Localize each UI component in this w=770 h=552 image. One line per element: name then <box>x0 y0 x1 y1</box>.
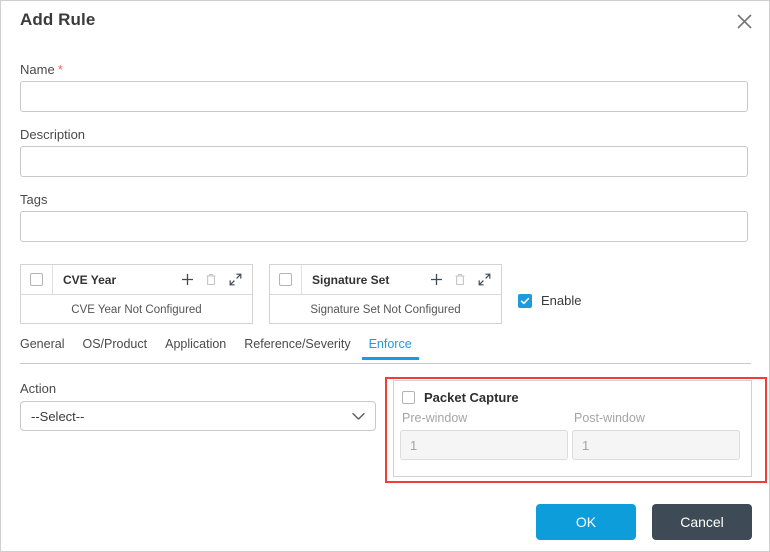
tab-reference-severity[interactable]: Reference/Severity <box>235 337 359 359</box>
action-select-box[interactable]: --Select-- <box>20 401 376 431</box>
cve-year-title: CVE Year <box>63 272 117 287</box>
plus-icon[interactable] <box>180 273 194 287</box>
name-input[interactable] <box>20 81 748 112</box>
tab-general[interactable]: General <box>20 337 73 359</box>
expand-icon[interactable] <box>228 273 242 287</box>
trash-icon[interactable] <box>453 273 467 287</box>
tab-enforce[interactable]: Enforce <box>360 337 421 360</box>
cancel-button[interactable]: Cancel <box>652 504 752 540</box>
chevron-down-icon <box>352 409 365 424</box>
action-select[interactable]: --Select-- <box>20 401 376 431</box>
packet-capture-checkbox-row[interactable]: Packet Capture <box>402 390 519 405</box>
plus-icon[interactable] <box>429 273 443 287</box>
packet-capture-label: Packet Capture <box>424 390 519 405</box>
tab-bar: General OS/Product Application Reference… <box>20 337 751 364</box>
description-input[interactable] <box>20 146 748 177</box>
packet-capture-checkbox[interactable] <box>402 391 415 404</box>
signature-set-panel-header: Signature Set <box>270 265 501 295</box>
dialog-header: Add Rule <box>1 1 769 41</box>
tags-label: Tags <box>20 192 48 207</box>
description-label: Description <box>20 127 86 142</box>
signature-set-panel-actions <box>429 273 491 287</box>
expand-icon[interactable] <box>477 273 491 287</box>
signature-set-panel: Signature Set Signature Set Not Configur… <box>269 264 502 324</box>
cve-year-panel: CVE Year CVE Year Not Configured <box>20 264 253 324</box>
post-window-input[interactable] <box>572 430 740 460</box>
cve-year-panel-header: CVE Year <box>21 265 252 295</box>
name-label-text: Name <box>20 62 55 77</box>
trash-icon[interactable] <box>204 273 218 287</box>
page-title: Add Rule <box>20 10 96 29</box>
action-label: Action <box>20 381 57 396</box>
enable-checkbox[interactable] <box>518 293 532 308</box>
close-icon[interactable] <box>731 8 757 34</box>
signature-set-title: Signature Set <box>312 272 390 287</box>
pre-window-input[interactable] <box>400 430 568 460</box>
ok-button[interactable]: OK <box>536 504 636 540</box>
required-marker: * <box>57 62 63 77</box>
signature-set-select-cell <box>270 265 302 294</box>
name-label: Name * <box>20 62 63 77</box>
cve-year-empty-message: CVE Year Not Configured <box>71 303 202 316</box>
add-rule-dialog: Add Rule Name * Description Tags CVE Year <box>0 0 770 552</box>
cve-year-panel-actions <box>180 273 242 287</box>
tab-application[interactable]: Application <box>156 337 235 359</box>
enable-label: Enable <box>541 293 582 308</box>
cve-year-select-cell <box>21 265 53 294</box>
action-selected-value: --Select-- <box>31 408 85 424</box>
enable-checkbox-row[interactable]: Enable <box>518 293 581 308</box>
tab-os-product[interactable]: OS/Product <box>73 337 156 359</box>
signature-set-checkbox[interactable] <box>279 273 292 286</box>
tags-input[interactable] <box>20 211 748 242</box>
post-window-label: Post-window <box>574 411 645 425</box>
pre-window-label: Pre-window <box>402 411 468 425</box>
cve-year-checkbox[interactable] <box>30 273 43 286</box>
signature-set-empty-message: Signature Set Not Configured <box>310 303 461 316</box>
